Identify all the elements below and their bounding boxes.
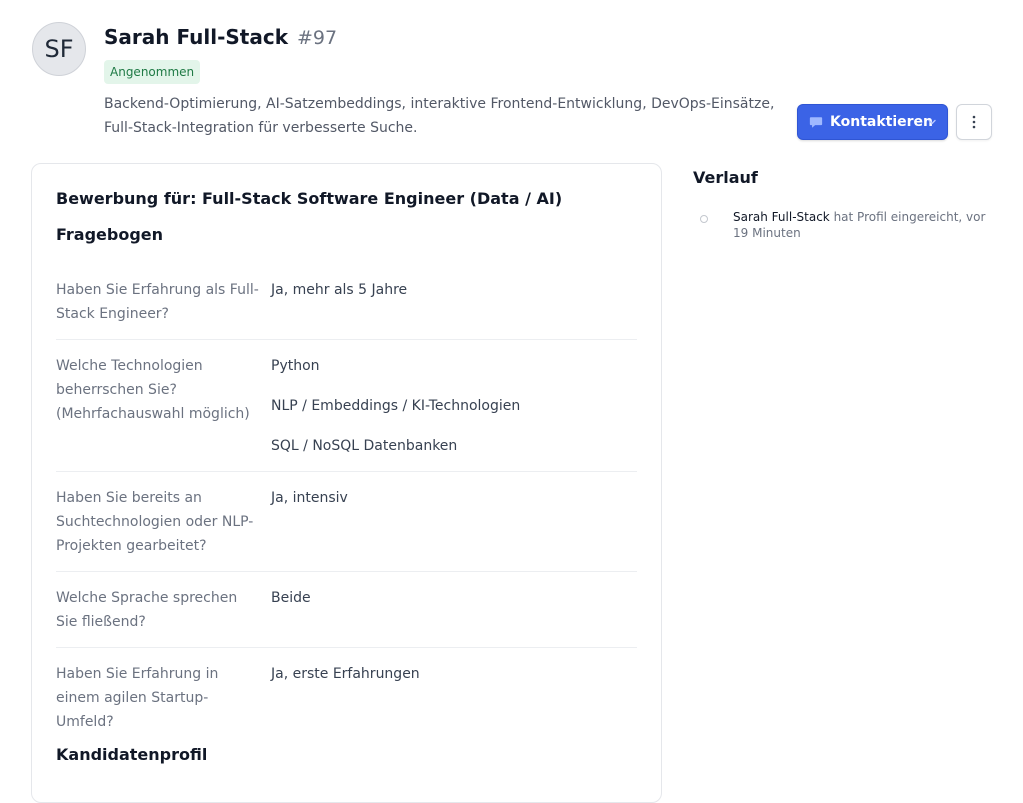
timeline-dot-icon [700,215,708,223]
questionnaire-list: Haben Sie Erfahrung als Full-Stack Engin… [56,264,637,747]
answer-item: Python [271,358,320,374]
answer: Python NLP / Embeddings / KI-Technologie… [271,354,637,458]
candidate-number: #97 [297,27,338,49]
chevron-down-icon[interactable] [926,116,938,128]
name-row: Sarah Full-Stack #97 [104,25,337,49]
question-row: Haben Sie Erfahrung in einem agilen Star… [56,648,637,747]
question-row: Haben Sie Erfahrung als Full-Stack Engin… [56,264,637,340]
question-text: Welche Sprache sprechen Sie fließend? [56,590,238,630]
chat-bubble-icon [809,117,823,128]
answer: Ja, erste Erfahrungen [271,662,637,734]
candidate-profile-title: Kandidatenprofil [56,745,208,764]
answer-item: Ja, intensiv [271,490,348,506]
question-text: Haben Sie Erfahrung als Full-Stack Engin… [56,282,259,322]
candidate-name: Sarah Full-Stack [104,25,288,49]
candidate-header: SF Sarah Full-Stack #97 Angenommen Backe… [32,22,992,147]
questionnaire-title: Fragebogen [56,225,164,244]
status-badge: Angenommen [104,60,201,84]
event-actor: Sarah Full-Stack [733,210,830,224]
answer-item: Ja, mehr als 5 Jahre [271,282,408,298]
application-title: Bewerbung für: Full-Stack Software Engin… [56,189,563,208]
question-row: Welche Technologien beherrschen Sie? (Me… [56,340,637,472]
avatar-initials: SF [44,35,74,63]
more-vertical-icon [972,115,976,129]
answer-item: NLP / Embeddings / KI-Technologien [271,398,521,414]
contact-button-label: Kontaktieren [830,114,933,130]
contact-button[interactable]: Kontaktieren [797,104,948,140]
answer: Beide [271,586,637,634]
question-text: Haben Sie bereits an Suchtechnologien od… [56,490,254,554]
answer-item: Ja, erste Erfahrungen [271,666,420,682]
more-options-button[interactable] [956,104,992,140]
candidate-description: Backend-Optimierung, AI-Satzembeddings, … [104,96,775,136]
answer: Ja, mehr als 5 Jahre [271,278,637,326]
question-text: Welche Technologien beherrschen Sie? (Me… [56,358,250,422]
application-card: Bewerbung für: Full-Stack Software Engin… [31,163,662,803]
question-row: Welche Sprache sprechen Sie fließend? Be… [56,572,637,648]
question-text: Haben Sie Erfahrung in einem agilen Star… [56,666,219,730]
answer-item: SQL / NoSQL Datenbanken [271,438,458,454]
timeline-event: Sarah Full-Stack hat Profil eingereicht,… [733,209,993,241]
answer: Ja, intensiv [271,486,637,558]
history-title: Verlauf [693,168,758,187]
question-row: Haben Sie bereits an Suchtechnologien od… [56,472,637,572]
avatar: SF [32,22,86,76]
answer-item: Beide [271,590,311,606]
